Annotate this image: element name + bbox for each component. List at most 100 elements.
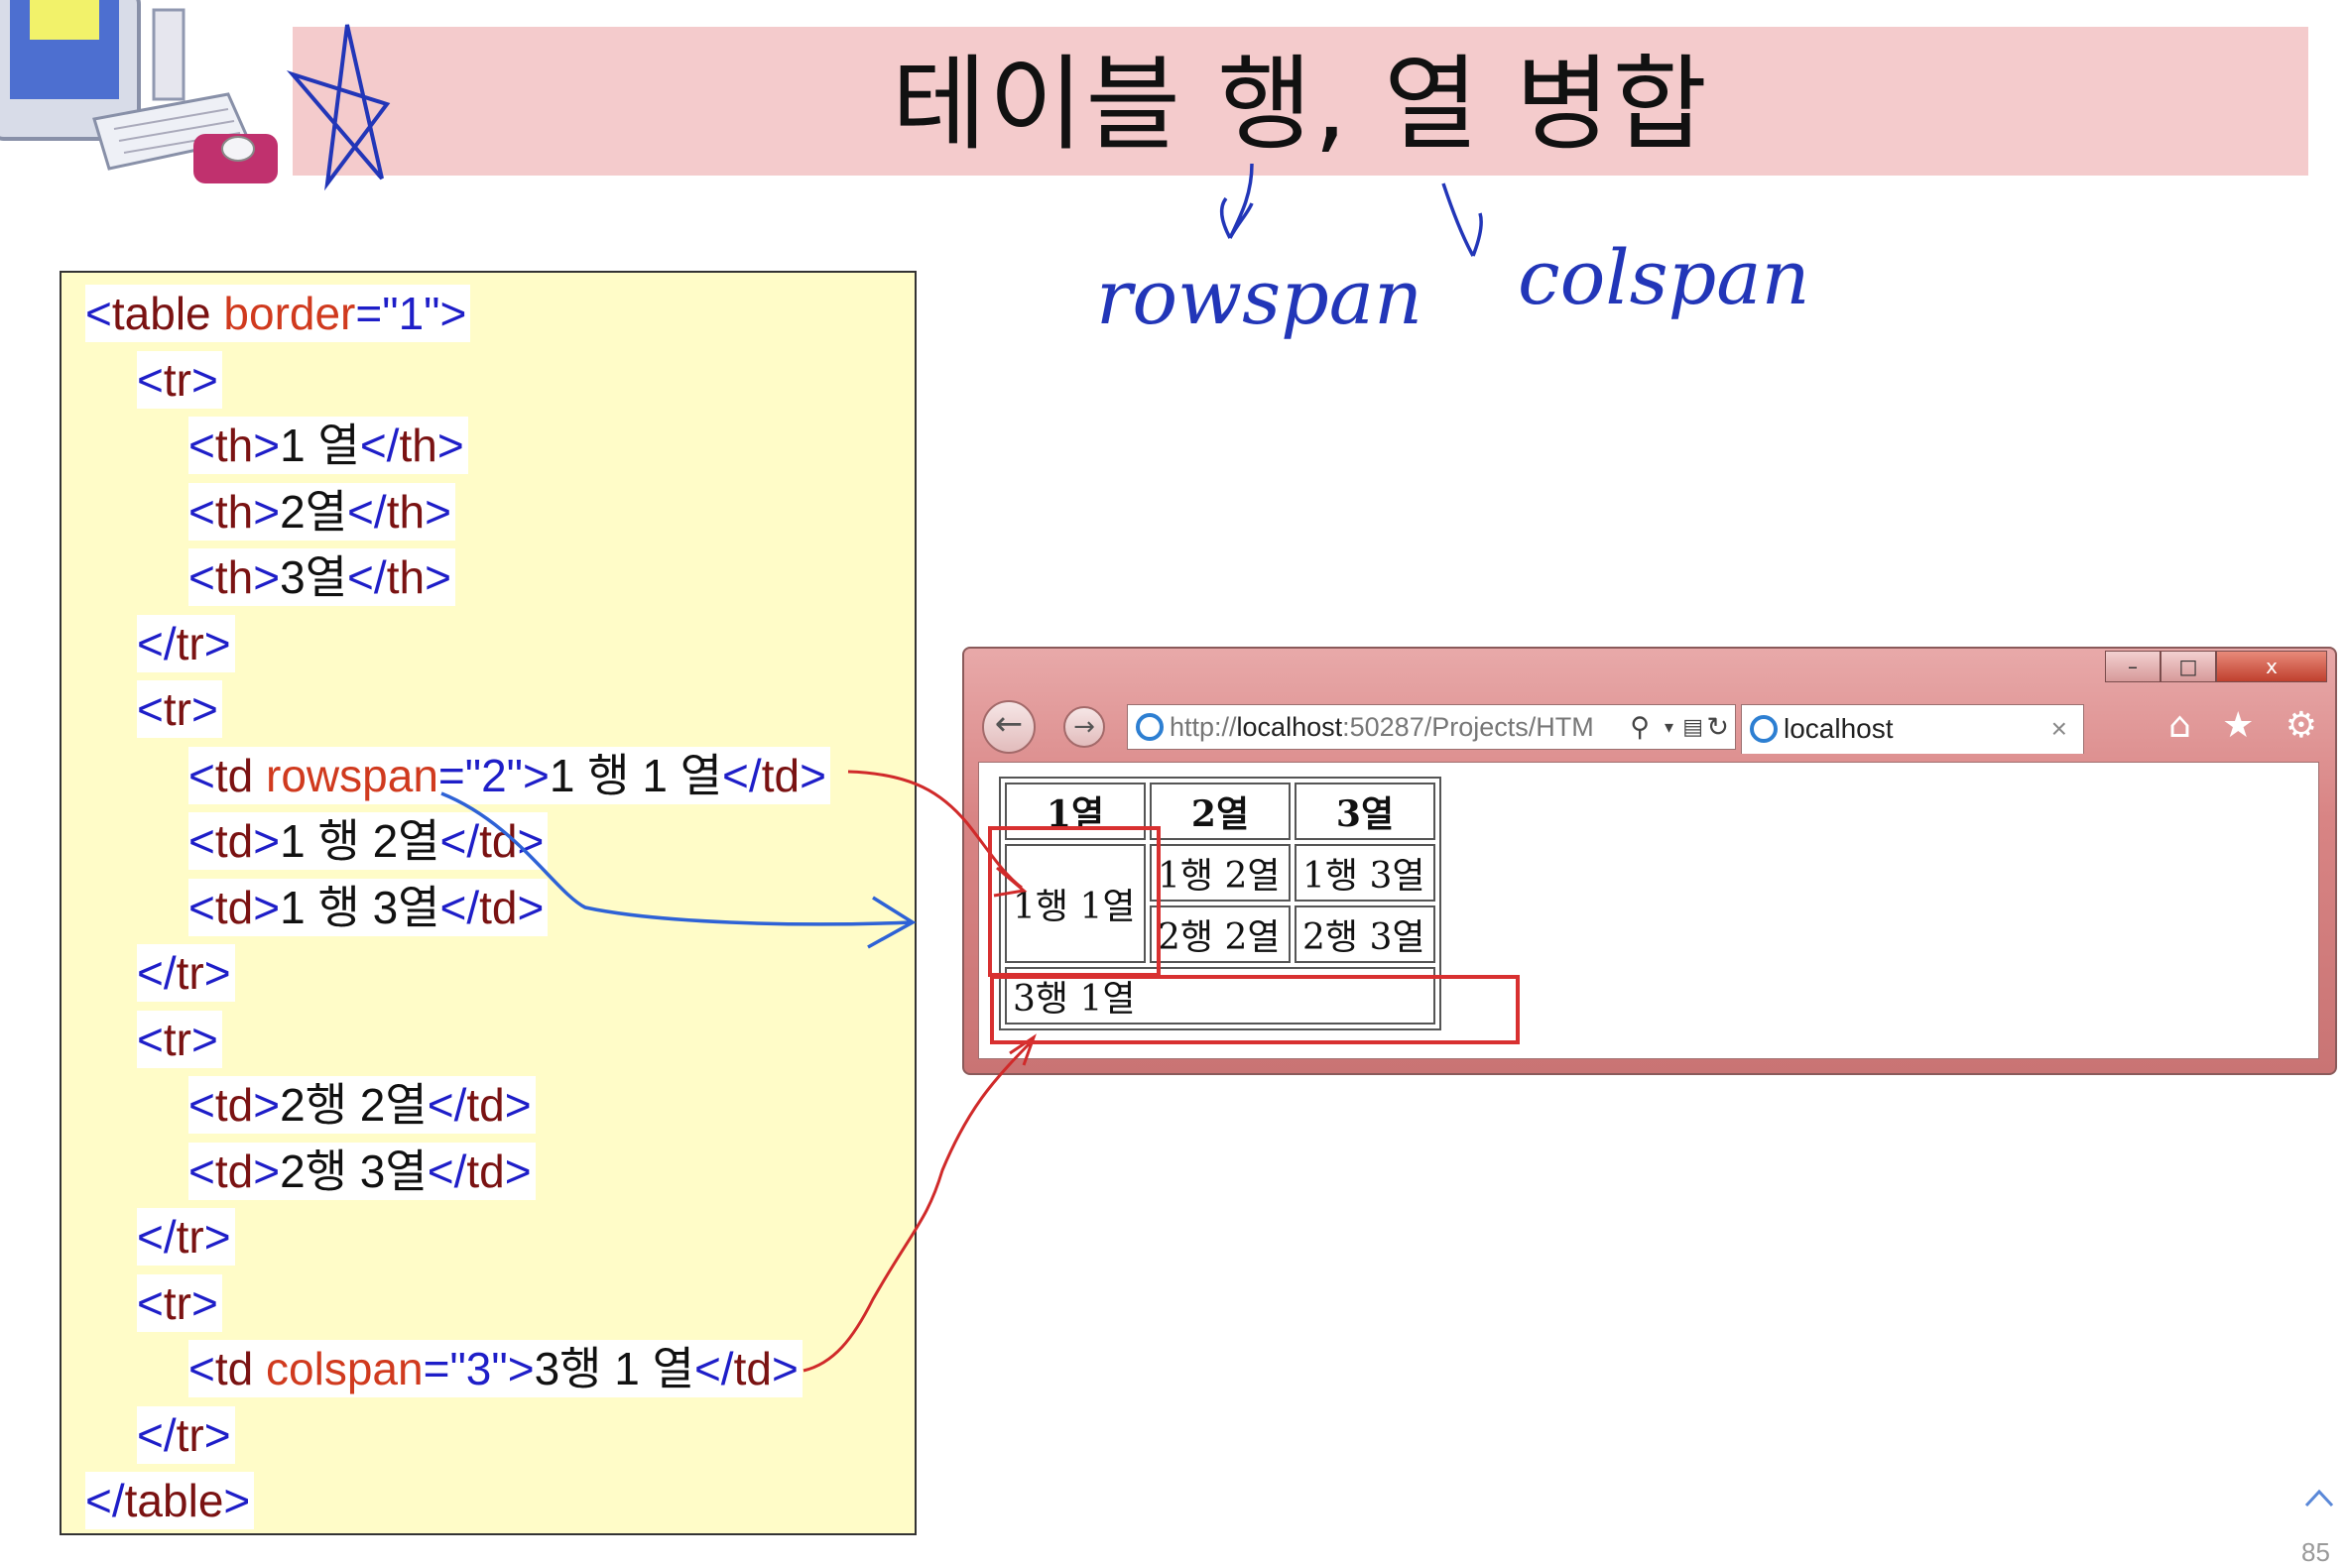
code-token-tag: </ bbox=[137, 1211, 177, 1263]
browser-toolbar: ⌂ ★ ⚙ bbox=[2168, 706, 2317, 746]
code-line: </tr> bbox=[137, 944, 235, 1002]
code-token-tag: </ bbox=[693, 1343, 734, 1394]
code-token-tag: </ bbox=[85, 1475, 125, 1526]
code-token-tag: < bbox=[188, 1145, 215, 1197]
code-token-ele: td bbox=[479, 815, 518, 867]
refresh-icon[interactable]: ↻ bbox=[1706, 705, 1729, 749]
table-header-2: 2열 bbox=[1150, 783, 1291, 840]
minimize-button[interactable]: – bbox=[2105, 651, 2161, 682]
rendered-table: 1열 2열 3열 1행 1열 1행 2열 1행 3열 2행 2열 2행 3열 3… bbox=[999, 777, 1441, 1030]
window-controls: – □ x bbox=[2105, 651, 2329, 684]
code-token-tag: ="2"> bbox=[437, 749, 550, 801]
code-token-tag: > bbox=[425, 551, 451, 603]
code-token-ele: td bbox=[733, 1343, 772, 1394]
table-header-3: 3열 bbox=[1295, 783, 1435, 840]
gear-icon[interactable]: ⚙ bbox=[2285, 706, 2317, 746]
maximize-button[interactable]: □ bbox=[2161, 651, 2216, 682]
code-token-ele: td bbox=[466, 1079, 505, 1131]
code-token-tag: </ bbox=[427, 1145, 467, 1197]
close-button[interactable]: x bbox=[2216, 651, 2327, 682]
back-arrow-icon[interactable]: ← bbox=[982, 700, 1036, 754]
home-icon[interactable]: ⌂ bbox=[2168, 706, 2191, 746]
table-cell: 2행 2열 bbox=[1150, 905, 1291, 963]
tab-title: localhost bbox=[1784, 713, 1894, 744]
code-token-attr: colspan bbox=[253, 1343, 424, 1394]
code-token-tag: < bbox=[85, 288, 112, 339]
table-cell-colspan: 3행 1열 bbox=[1005, 967, 1435, 1025]
star-icon[interactable]: ★ bbox=[2222, 706, 2254, 746]
code-token-tag: </ bbox=[359, 420, 400, 471]
down-arrow-doodle-icon bbox=[1441, 182, 1483, 257]
code-token-ele: table bbox=[111, 288, 211, 339]
table-header-1: 1열 bbox=[1005, 783, 1146, 840]
code-token-tag: </ bbox=[137, 947, 177, 999]
code-token-tag: > bbox=[203, 1211, 231, 1263]
code-token-tag: > bbox=[517, 881, 545, 933]
code-token-ele: th bbox=[214, 420, 254, 471]
code-token-tag: < bbox=[188, 749, 215, 801]
colspan-handwritten-note: colspan bbox=[1518, 233, 1810, 321]
code-token-ele: th bbox=[214, 551, 254, 603]
code-token-ele: tr bbox=[163, 1276, 191, 1329]
code-token-tag: > bbox=[253, 551, 281, 603]
code-token-txt: 1 행 2열 bbox=[280, 815, 440, 867]
code-line: <th>3열</th> bbox=[188, 548, 455, 606]
dropdown-icon[interactable]: ▾ bbox=[1665, 705, 1673, 749]
code-token-attr: rowspan bbox=[253, 749, 438, 801]
tab-localhost[interactable]: localhost × bbox=[1741, 704, 2084, 754]
code-line: </table> bbox=[85, 1472, 255, 1529]
compat-view-icon[interactable]: ▤ bbox=[1682, 705, 1703, 749]
code-token-ele: tr bbox=[176, 1211, 204, 1263]
code-token-txt: 2행 3열 bbox=[280, 1145, 428, 1197]
code-token-tag: > bbox=[771, 1343, 799, 1394]
code-line: <tr> bbox=[137, 350, 222, 409]
code-token-txt: 2열 bbox=[280, 485, 348, 538]
tab-close-icon[interactable]: × bbox=[2051, 705, 2067, 753]
code-token-tag: < bbox=[188, 551, 215, 603]
code-token-ele: tr bbox=[163, 683, 191, 735]
code-line: <th>1 열</th> bbox=[188, 417, 468, 474]
title-banner: 테이블 행, 열 병합 bbox=[293, 27, 2308, 176]
address-url-prefix: http:// bbox=[1170, 712, 1237, 742]
code-token-tag: < bbox=[137, 1013, 164, 1065]
code-line: <td>2행 3열</td> bbox=[188, 1142, 536, 1200]
code-token-tag: > bbox=[253, 1079, 281, 1131]
code-token-tag: < bbox=[137, 353, 164, 406]
code-token-ele: td bbox=[214, 815, 254, 867]
code-token-ele: td bbox=[761, 749, 801, 801]
code-line: <td>1 행 3열</td> bbox=[188, 878, 549, 936]
table-row: 1열 2열 3열 bbox=[1005, 783, 1435, 840]
code-token-tag: > bbox=[253, 815, 281, 867]
code-token-tag: > bbox=[800, 749, 826, 801]
code-token-tag: </ bbox=[722, 749, 762, 801]
code-token-tag: > bbox=[253, 420, 281, 471]
code-token-ele: th bbox=[386, 485, 426, 538]
code-token-ele: td bbox=[466, 1145, 505, 1197]
table-row: 3행 1열 bbox=[1005, 967, 1435, 1025]
code-token-tag: > bbox=[253, 1145, 281, 1197]
search-icon[interactable]: ⚲ bbox=[1630, 705, 1650, 749]
code-token-tag: > bbox=[203, 617, 231, 669]
address-url-rest: :50287/Projects/HTM bbox=[1342, 712, 1594, 742]
code-token-tag: < bbox=[188, 881, 215, 933]
table-cell: 2행 3열 bbox=[1295, 905, 1435, 963]
code-token-tag: > bbox=[425, 485, 451, 538]
browser-viewport: 1열 2열 3열 1행 1열 1행 2열 1행 3열 2행 2열 2행 3열 3… bbox=[978, 762, 2319, 1059]
code-token-ele: td bbox=[214, 1079, 254, 1131]
code-line: <td colspan="3">3행 1 열</td> bbox=[188, 1340, 803, 1397]
forward-arrow-icon[interactable]: → bbox=[1063, 706, 1105, 748]
code-token-tag: > bbox=[223, 1475, 251, 1526]
code-token-tag: < bbox=[188, 1079, 215, 1131]
code-token-ele: td bbox=[479, 881, 518, 933]
code-line: <td>2행 2열</td> bbox=[188, 1076, 536, 1134]
code-token-tag: > bbox=[253, 485, 281, 538]
code-token-tag: < bbox=[137, 1276, 164, 1329]
code-token-txt: 2행 2열 bbox=[280, 1079, 428, 1131]
table-cell: 1행 2열 bbox=[1150, 844, 1291, 902]
code-token-ele: td bbox=[214, 1145, 254, 1197]
slide-up-chevron-icon bbox=[2304, 1489, 2334, 1508]
address-bar[interactable]: http://localhost:50287/Projects/HTM ⚲ ▾ … bbox=[1127, 704, 1736, 750]
code-token-tag: > bbox=[203, 947, 231, 999]
table-cell-rowspan: 1행 1열 bbox=[1005, 844, 1146, 963]
code-token-tag: > bbox=[190, 353, 218, 406]
